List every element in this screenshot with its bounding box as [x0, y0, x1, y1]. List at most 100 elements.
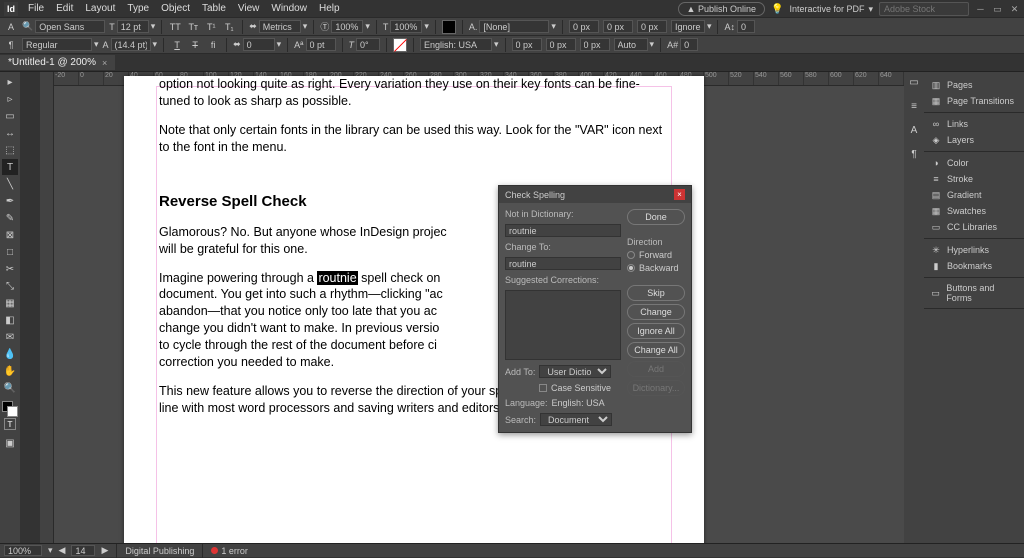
zoom-level[interactable]	[4, 545, 42, 556]
pencil-tool[interactable]: ✎	[2, 210, 18, 226]
indent-first[interactable]	[603, 20, 633, 33]
not-in-dictionary-field[interactable]	[505, 224, 621, 237]
add-to-select[interactable]: User Dictionary	[539, 365, 611, 378]
page-nav-next[interactable]: ▶	[101, 545, 108, 556]
kerning[interactable]	[259, 20, 301, 33]
skew[interactable]	[356, 38, 380, 51]
document-tab[interactable]: *Untitled-1 @ 200%×	[0, 55, 115, 70]
ignore-all-button[interactable]: Ignore All	[627, 323, 685, 339]
gradient-panel-tab[interactable]: ▤Gradient	[924, 187, 1024, 203]
publish-online-button[interactable]: ▲ Publish Online	[678, 2, 765, 16]
preflight-errors[interactable]: 1 error	[211, 546, 248, 556]
font-family[interactable]	[35, 20, 105, 33]
free-transform-tool[interactable]: ⤡	[2, 278, 18, 294]
swatches-panel-tab[interactable]: ▦Swatches	[924, 203, 1024, 219]
note-tool[interactable]: ✉	[2, 329, 18, 345]
cc-libraries-panel-tab[interactable]: ▭CC Libraries	[924, 219, 1024, 235]
space-before[interactable]	[637, 20, 667, 33]
change-all-button[interactable]: Change All	[627, 342, 685, 358]
forward-radio[interactable]	[627, 251, 635, 259]
font-weight[interactable]	[22, 38, 92, 51]
gap-tool[interactable]: ↔	[2, 125, 18, 141]
format-container-icon[interactable]: T	[4, 418, 16, 430]
space-after[interactable]	[580, 38, 610, 51]
strip-icon[interactable]: A	[906, 122, 922, 138]
window-close[interactable]: ✕	[1009, 4, 1020, 15]
selection-tool[interactable]: ▸	[2, 74, 18, 90]
menu-object[interactable]: Object	[155, 3, 196, 14]
direct-selection-tool[interactable]: ▹	[2, 91, 18, 107]
page-transitions-panel-tab[interactable]: ▦Page Transitions	[924, 93, 1024, 109]
gradient-swatch-tool[interactable]: ▦	[2, 295, 18, 311]
underline-icon[interactable]: T	[170, 38, 184, 52]
auto-leading[interactable]	[614, 38, 648, 51]
menu-edit[interactable]: Edit	[50, 3, 79, 14]
strike-icon[interactable]: T	[188, 38, 202, 52]
hscale[interactable]	[390, 20, 422, 33]
language[interactable]	[420, 38, 492, 51]
scissors-tool[interactable]: ✂	[2, 261, 18, 277]
menu-help[interactable]: Help	[313, 3, 346, 14]
subscript-icon[interactable]: T₁	[222, 20, 236, 34]
hand-tool[interactable]: ✋	[2, 363, 18, 379]
type-tool[interactable]: T	[2, 159, 18, 175]
allcaps-icon[interactable]: TT	[168, 20, 182, 34]
gradient-feather-tool[interactable]: ◧	[2, 312, 18, 328]
suggestions-list[interactable]	[505, 290, 621, 360]
window-min[interactable]: ─	[975, 4, 986, 15]
done-button[interactable]: Done	[627, 209, 685, 225]
links-panel-tab[interactable]: ∞Links	[924, 116, 1024, 132]
color-chips[interactable]	[2, 401, 18, 417]
smallcaps-icon[interactable]: Tᴛ	[186, 20, 200, 34]
tips-icon[interactable]: 💡	[771, 4, 783, 15]
menu-type[interactable]: Type	[121, 3, 155, 14]
pen-tool[interactable]: ✒	[2, 193, 18, 209]
indent-left[interactable]	[569, 20, 599, 33]
pasteboard[interactable]: option not looking quite as right. Every…	[54, 86, 904, 543]
rectangle-frame-tool[interactable]: ⊠	[2, 227, 18, 243]
change-button[interactable]: Change	[627, 304, 685, 320]
para-mode-icon[interactable]: ¶	[4, 38, 18, 52]
menu-window[interactable]: Window	[265, 3, 313, 14]
change-to-field[interactable]	[505, 257, 621, 270]
page-tool[interactable]: ▭	[2, 108, 18, 124]
buttons-forms-panel-tab[interactable]: ▭Buttons and Forms	[924, 281, 1024, 305]
dictionary-button[interactable]: Dictionary...	[627, 380, 685, 396]
indent-last[interactable]	[546, 38, 576, 51]
add-button[interactable]: Add	[627, 361, 685, 377]
page-number[interactable]	[71, 545, 95, 556]
case-sensitive-checkbox[interactable]	[539, 384, 547, 392]
dialog-close-button[interactable]: ×	[674, 189, 685, 200]
pages-panel-tab[interactable]: ▥Pages	[924, 77, 1024, 93]
color-panel-tab[interactable]: ◑Color	[924, 155, 1024, 171]
dropcap-chars[interactable]	[680, 38, 698, 51]
eyedropper-tool[interactable]: 💧	[2, 346, 18, 362]
menu-file[interactable]: File	[22, 3, 50, 14]
preflight-profile[interactable]: Digital Publishing	[125, 546, 194, 556]
dropcap-lines[interactable]	[737, 20, 755, 33]
zoom-tool[interactable]: 🔍	[2, 380, 18, 396]
space-between[interactable]	[671, 20, 705, 33]
tracking[interactable]	[243, 38, 275, 51]
strip-icon[interactable]: ≡	[906, 98, 922, 114]
layers-panel-tab[interactable]: ◈Layers	[924, 132, 1024, 148]
vscale[interactable]	[331, 20, 363, 33]
close-tab-icon[interactable]: ×	[102, 58, 107, 68]
page-nav-prev[interactable]: ◀	[59, 545, 66, 556]
rectangle-tool[interactable]: □	[2, 244, 18, 260]
window-max[interactable]: ▭	[992, 4, 1003, 15]
font-size[interactable]	[117, 20, 149, 33]
bookmarks-panel-tab[interactable]: ▮Bookmarks	[924, 258, 1024, 274]
superscript-icon[interactable]: T¹	[204, 20, 218, 34]
indent-right[interactable]	[512, 38, 542, 51]
backward-radio[interactable]	[627, 264, 635, 272]
char-mode-icon[interactable]: A	[4, 20, 18, 34]
stock-search[interactable]	[879, 2, 969, 16]
menu-view[interactable]: View	[232, 3, 266, 14]
menu-layout[interactable]: Layout	[79, 3, 121, 14]
workspace-preset[interactable]: Interactive for PDF ▾	[789, 4, 873, 15]
strip-icon[interactable]: ▭	[906, 74, 922, 90]
ligature-icon[interactable]: fi	[206, 38, 220, 52]
leading[interactable]	[111, 38, 151, 51]
skip-button[interactable]: Skip	[627, 285, 685, 301]
